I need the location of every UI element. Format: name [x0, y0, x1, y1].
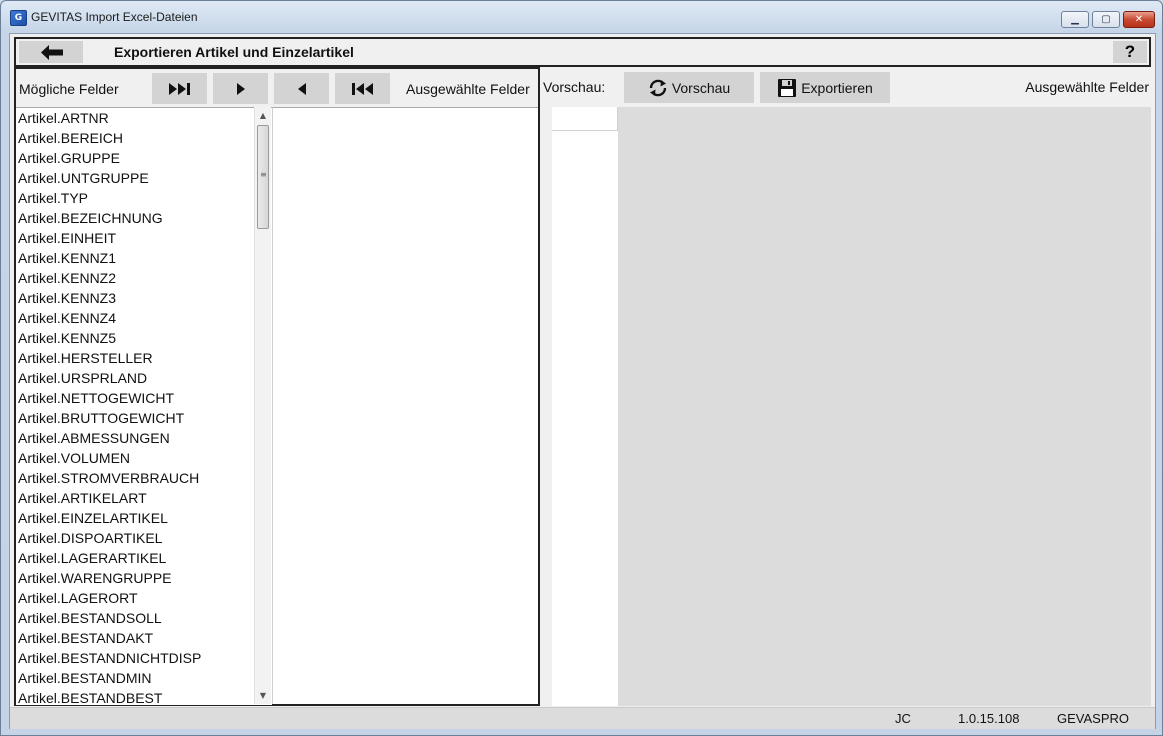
preview-selected-fields-label: Ausgewählte Felder	[1025, 79, 1149, 95]
field-list-item[interactable]: Artikel.BESTANDSOLL	[16, 608, 272, 628]
play-right-icon	[236, 82, 245, 95]
skip-back-icon	[351, 82, 373, 95]
field-list-item[interactable]: Artikel.BRUTTOGEWICHT	[16, 408, 272, 428]
preview-row-header	[540, 107, 552, 706]
field-list-item[interactable]: Artikel.HERSTELLER	[16, 348, 272, 368]
export-button[interactable]: Exportieren	[760, 72, 890, 103]
status-user: JC	[895, 711, 911, 726]
field-list-item[interactable]: Artikel.KENNZ4	[16, 308, 272, 328]
grip-icon: ≡	[260, 170, 267, 179]
move-left-button[interactable]	[274, 73, 329, 104]
fields-scrollbar[interactable]: ▲ ≡ ▼	[254, 107, 271, 704]
field-list-item[interactable]: Artikel.KENNZ3	[16, 288, 272, 308]
field-list-item[interactable]: Artikel.UNTGRUPPE	[16, 168, 272, 188]
field-list-item[interactable]: Artikel.BESTANDMIN	[16, 668, 272, 688]
field-list-item[interactable]: Artikel.TYP	[16, 188, 272, 208]
field-list-item[interactable]: Artikel.EINHEIT	[16, 228, 272, 248]
field-list-item[interactable]: Artikel.ARTNR	[16, 108, 272, 128]
close-button[interactable]: ✕	[1123, 11, 1155, 28]
field-list-item[interactable]: Artikel.VOLUMEN	[16, 448, 272, 468]
back-button[interactable]	[19, 41, 83, 63]
field-list-item[interactable]: Artikel.KENNZ2	[16, 268, 272, 288]
field-toolbar: Mögliche Felder Ausgewählte Felder	[16, 69, 538, 107]
field-list-item[interactable]: Artikel.KENNZ5	[16, 328, 272, 348]
field-list-item[interactable]: Artikel.ABMESSUNGEN	[16, 428, 272, 448]
move-right-button[interactable]	[213, 73, 268, 104]
move-all-left-button[interactable]	[335, 73, 390, 104]
refresh-icon	[649, 79, 667, 96]
play-left-icon	[297, 82, 306, 95]
field-list-item[interactable]: Artikel.BESTANDAKT	[16, 628, 272, 648]
field-list-item[interactable]: Artikel.KENNZ1	[16, 248, 272, 268]
app-window: G GEVITAS Import Excel-Dateien ▁ ▢ ✕ Exp…	[0, 0, 1163, 736]
scroll-down-icon[interactable]: ▼	[255, 687, 271, 704]
possible-fields-label: Mögliche Felder	[19, 81, 119, 97]
selected-fields-label: Ausgewählte Felder	[406, 81, 530, 97]
field-list-item[interactable]: Artikel.BEREICH	[16, 128, 272, 148]
field-list-item[interactable]: Artikel.WARENGRUPPE	[16, 568, 272, 588]
scroll-up-icon[interactable]: ▲	[255, 107, 271, 124]
export-button-label: Exportieren	[801, 79, 873, 96]
arrow-left-icon	[41, 45, 63, 60]
scroll-thumb[interactable]: ≡	[257, 125, 269, 229]
skip-forward-icon	[168, 82, 190, 95]
field-list-item[interactable]: Artikel.BEZEICHNUNG	[16, 208, 272, 228]
status-version: 1.0.15.108	[958, 711, 1020, 726]
save-disk-icon	[778, 78, 797, 97]
field-selection-panel: Mögliche Felder Ausgewählte Felder Artik…	[14, 67, 540, 706]
field-list-item[interactable]: Artikel.STROMVERBRAUCH	[16, 468, 272, 488]
page-title: Exportieren Artikel und Einzelartikel	[114, 44, 354, 60]
move-all-right-button[interactable]	[152, 73, 207, 104]
maximize-button[interactable]: ▢	[1092, 11, 1120, 28]
preview-toolbar: Vorschau: Vorschau Exportieren Ausgewähl…	[540, 69, 1151, 105]
field-list-item[interactable]: Artikel.ARTIKELART	[16, 488, 272, 508]
preview-label: Vorschau:	[543, 79, 606, 95]
field-list-item[interactable]: Artikel.EINZELARTIKEL	[16, 508, 272, 528]
possible-fields-list[interactable]: Artikel.ARTNR Artikel.BEREICH Artikel.GRUP…	[16, 107, 272, 705]
window-title: GEVITAS Import Excel-Dateien	[31, 10, 198, 24]
preview-button-label: Vorschau	[671, 79, 731, 96]
preview-grid[interactable]	[552, 107, 618, 706]
field-list-item[interactable]: Artikel.URSPRLAND	[16, 368, 272, 388]
title-bar[interactable]: G GEVITAS Import Excel-Dateien ▁ ▢ ✕	[1, 1, 1162, 31]
client-area: Exportieren Artikel und Einzelartikel ? …	[9, 33, 1156, 729]
status-database: GEVASPRO	[1057, 711, 1130, 726]
field-list-item[interactable]: Artikel.LAGERORT	[16, 588, 272, 608]
field-list-item[interactable]: Artikel.GRUPPE	[16, 148, 272, 168]
field-list-item[interactable]: Artikel.NETTOGEWICHT	[16, 388, 272, 408]
field-list-item[interactable]: Artikel.DISPOARTIKEL	[16, 528, 272, 548]
status-bar: JC 1.0.15.108 GEVASPRO	[10, 707, 1155, 729]
help-button[interactable]: ?	[1113, 41, 1147, 63]
preview-button[interactable]: Vorschau	[624, 72, 754, 103]
page-header: Exportieren Artikel und Einzelartikel ?	[14, 37, 1151, 67]
field-list-item[interactable]: Artikel.BESTANDNICHTDISP	[16, 648, 272, 668]
selected-fields-list[interactable]	[272, 107, 538, 704]
preview-area	[618, 107, 1151, 706]
field-list-item[interactable]: Artikel.LAGERARTIKEL	[16, 548, 272, 568]
app-icon: G	[10, 10, 27, 26]
field-list-item[interactable]: Artikel.BESTANDBEST	[16, 688, 272, 705]
minimize-button[interactable]: ▁	[1061, 11, 1089, 28]
preview-header-cell	[552, 107, 618, 131]
